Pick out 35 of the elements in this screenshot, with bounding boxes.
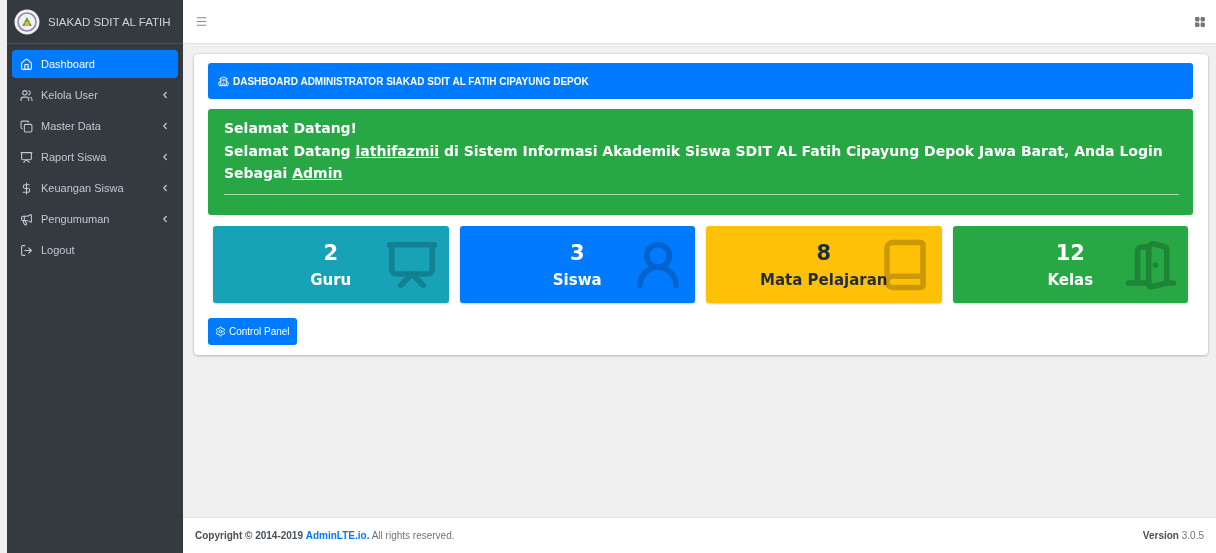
stat-value: 3 (569, 240, 585, 265)
copy-icon (20, 119, 33, 133)
sidebar-item[interactable]: Dashboard (12, 50, 178, 78)
version-text: Version 3.0.5 (1142, 530, 1204, 541)
menu-icon[interactable] (195, 15, 208, 28)
copyright-text: Copyright © 2014-2019 AdminLTE.io. All rights reserved. (195, 530, 455, 541)
sidebar-item[interactable]: Pengumuman (12, 205, 178, 233)
logout-icon (20, 243, 33, 257)
megaphone-icon (20, 212, 33, 226)
sidebar-item[interactable]: Raport Siswa (12, 143, 178, 171)
sidebar-item[interactable]: Kelola User (12, 81, 178, 109)
welcome-message: Selamat Datang lathifazmii di Sistem Informasi Akademik Siswa SDIT AL Fatih Cipayung Depok Jawa Barat, Anda Login Sebagai Admin (224, 140, 1179, 195)
logo-icon (14, 8, 40, 35)
house-icon (218, 75, 229, 87)
door-icon (1124, 238, 1178, 292)
sidebar-item[interactable]: Master Data (12, 112, 178, 140)
users-icon (20, 88, 33, 102)
home-icon (20, 57, 33, 71)
stat-label: Guru (310, 270, 352, 289)
sidebar-item[interactable]: Logout (12, 236, 178, 264)
welcome-title: Selamat Datang! (224, 120, 358, 136)
grid-icon[interactable] (1194, 15, 1206, 28)
adminlte-link[interactable]: AdminLTE.io. (305, 530, 370, 541)
stat-value: 2 (323, 240, 339, 265)
dollar-icon (20, 181, 33, 195)
stat-label: Kelas (1047, 270, 1094, 289)
stat-label: Siswa (552, 270, 602, 289)
brand-title[interactable]: SIAKAD SDIT AL FATIH (48, 15, 171, 28)
presentation-icon (20, 150, 33, 164)
sidebar-item[interactable]: Keuangan Siswa (12, 174, 178, 202)
stat-value: 8 (816, 240, 832, 265)
control-panel-button[interactable]: Control Panel (208, 318, 297, 345)
header-title: DASHBOARD ADMINISTRATOR SIAKAD SDIT AL FATIH CIPAYUNG DEPOK (233, 75, 589, 87)
stat-value: 12 (1055, 240, 1085, 265)
stat-label: Mata Pelajaran (760, 270, 888, 289)
